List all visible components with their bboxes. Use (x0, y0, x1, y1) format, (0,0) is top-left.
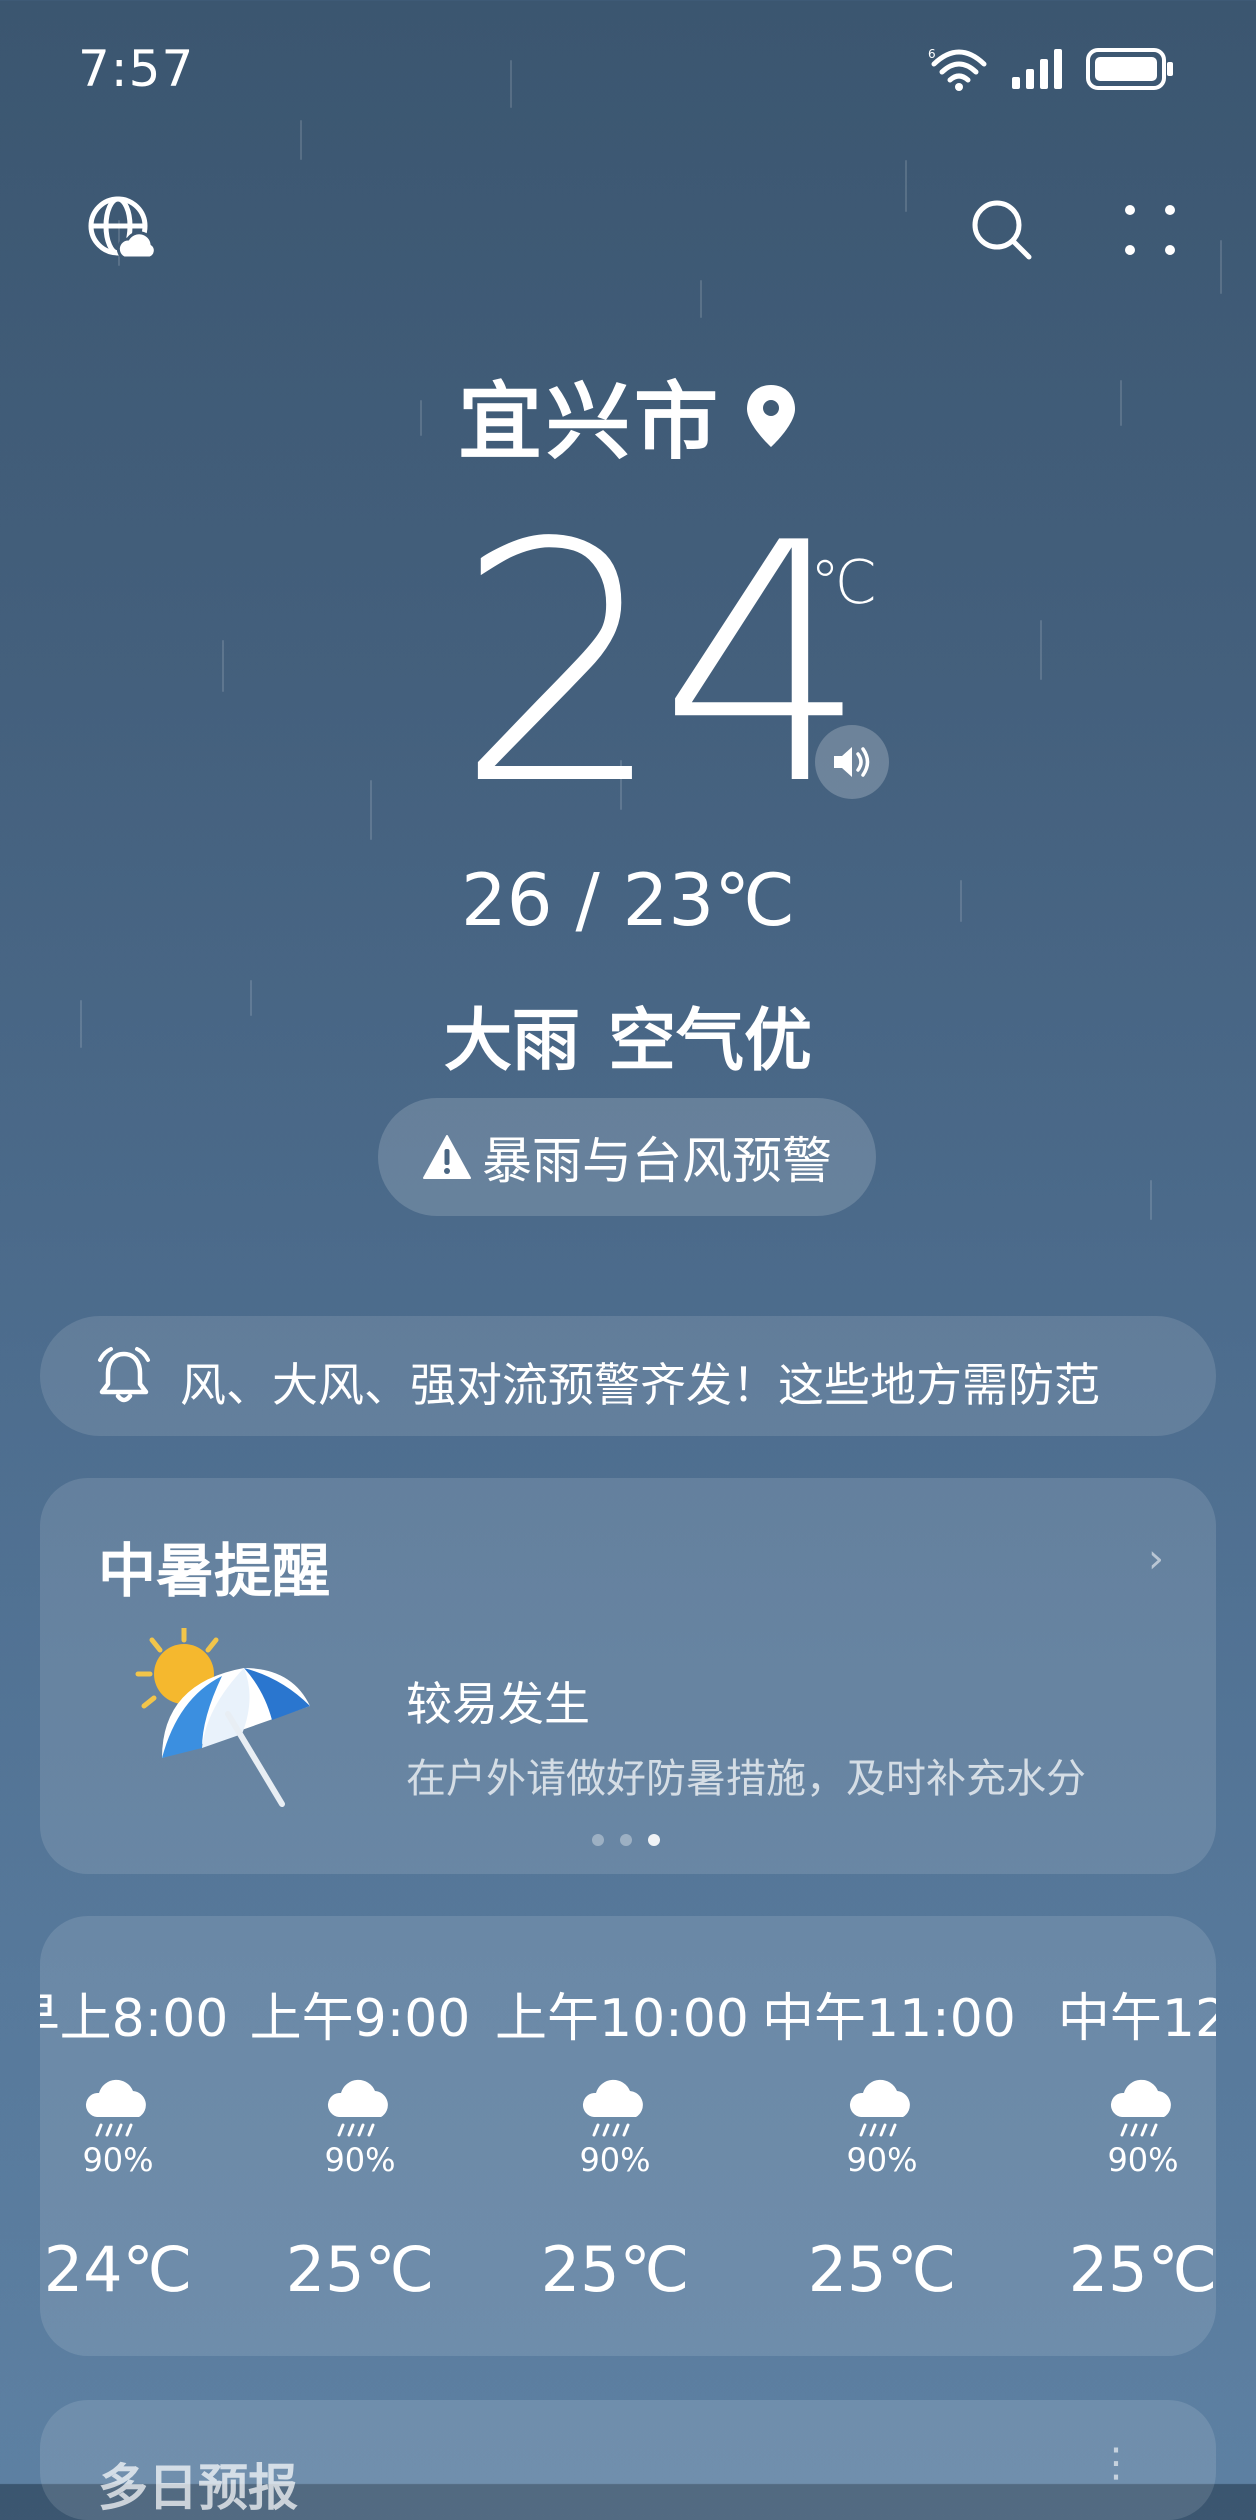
city-selector[interactable]: 宜兴市 (0, 355, 1256, 476)
city-name: 宜兴市 (457, 373, 722, 471)
chevron-right-icon[interactable]: › (1148, 1536, 1164, 1582)
multi-day-forecast-card[interactable]: 多日预报 ⋮ (40, 2400, 1216, 2520)
signal-icon (1012, 49, 1062, 89)
hour-precip: 90% (579, 2141, 651, 2179)
weather-condition: 大雨 (443, 1002, 580, 1081)
hour-time: 早上8:00 (40, 1989, 229, 2049)
hourly-forecast[interactable]: 早上8:00 90% 24℃ 上午9:00 90% 25℃ 上午10:00 90… (40, 1916, 1216, 2356)
globe-cloud-icon[interactable] (82, 190, 162, 270)
heavy-rain-icon (847, 2079, 917, 2139)
more-options-icon[interactable]: ⋮ (1096, 2440, 1136, 2486)
heatstroke-level: 较易发生 (406, 1677, 590, 1731)
hourly-item: 中午11:00 90% 25℃ (762, 1976, 1016, 2306)
status-icons: 6 (928, 46, 1176, 92)
sun-umbrella-icon (135, 1628, 310, 1807)
heavy-rain-icon (580, 2079, 650, 2139)
alert-label: 暴雨与台风预警 (482, 1132, 832, 1190)
hour-precip: 90% (846, 2141, 918, 2179)
hourly-item: 中午12 90% 25℃ (1023, 1976, 1216, 2306)
page-dot (620, 1834, 632, 1846)
location-pin-icon (747, 384, 795, 447)
page-dot-active (648, 1834, 660, 1846)
search-icon[interactable] (962, 190, 1042, 270)
news-text: 风、大风、强对流预警齐发！这些地方需防范 (180, 1358, 1100, 1412)
hourly-item: 早上8:00 90% 24℃ (40, 1976, 238, 2306)
heatstroke-tip: 在户外请做好防暑措施，及时补充水分 (406, 1756, 1086, 1802)
hour-time: 中午11:00 (762, 1989, 1016, 2049)
hour-time: 上午9:00 (249, 1989, 471, 2049)
heavy-rain-icon (1108, 2079, 1178, 2139)
hour-time: 上午10:00 (495, 1989, 749, 2049)
current-temperature: 24 (455, 473, 869, 857)
forecast-title: 多日预报 (98, 2459, 298, 2517)
hour-precip: 90% (1107, 2141, 1179, 2179)
heavy-rain-icon (325, 2079, 395, 2139)
hour-temp: 25℃ (1068, 2233, 1216, 2306)
svg-text:6: 6 (928, 47, 936, 61)
news-ticker[interactable]: 风、大风、强对流预警齐发！这些地方需防范 (40, 1316, 1216, 1436)
heatstroke-title: 中暑提醒 (98, 1537, 331, 1605)
hour-temp: 25℃ (540, 2233, 690, 2306)
page-dot (592, 1834, 604, 1846)
air-quality[interactable]: 空气优 (608, 1002, 812, 1081)
page-indicator (592, 1834, 660, 1846)
hour-time: 中午12 (1057, 1989, 1216, 2049)
hour-precip: 90% (324, 2141, 396, 2179)
hour-temp: 25℃ (285, 2233, 435, 2306)
hour-temp: 24℃ (43, 2233, 193, 2306)
more-dots-icon[interactable] (1110, 190, 1190, 270)
hourly-item: 上午10:00 90% 25℃ (495, 1976, 749, 2306)
weather-summary: 大雨 空气优 (0, 985, 1256, 1084)
status-time: 7:57 (78, 40, 195, 98)
wifi-icon: 6 (928, 47, 987, 91)
heatstroke-card[interactable]: 中暑提醒 › 较易发生 在户外请做好防暑措施，及时补充水分 (40, 1478, 1216, 1874)
temperature-unit: ℃ (810, 548, 878, 618)
hourly-item: 上午9:00 90% 25℃ (240, 1976, 480, 2306)
hour-precip: 90% (82, 2141, 154, 2179)
speaker-icon[interactable] (815, 725, 889, 799)
warning-icon (423, 1135, 471, 1179)
temperature-range: 26 / 23℃ (460, 858, 796, 942)
hour-temp: 25℃ (807, 2233, 957, 2306)
weather-alert-pill[interactable]: 暴雨与台风预警 (378, 1098, 876, 1216)
bell-icon (98, 1347, 150, 1403)
battery-icon (1086, 48, 1173, 90)
heavy-rain-icon (83, 2079, 153, 2139)
